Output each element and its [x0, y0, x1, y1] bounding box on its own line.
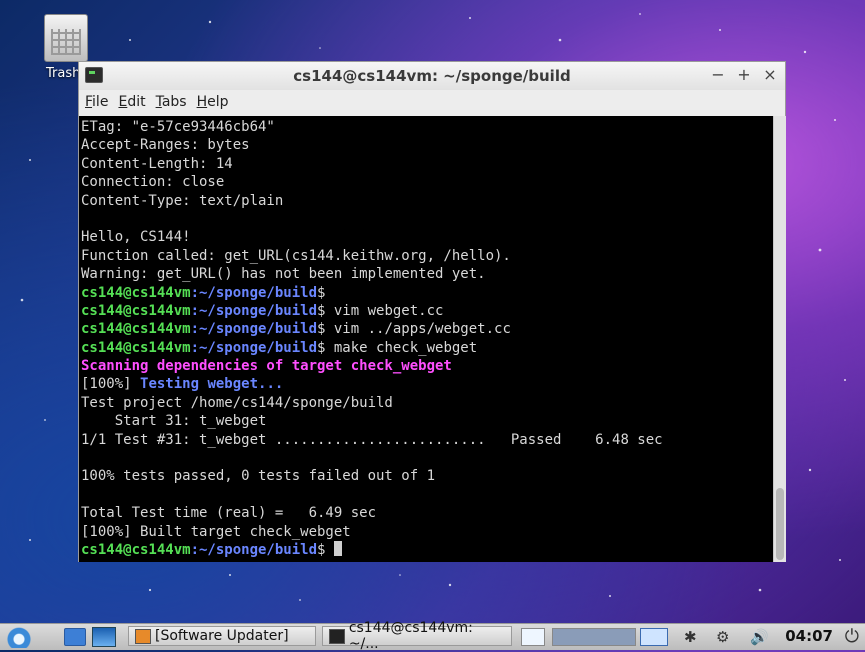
window-title: cs144@cs144vm: ~/sponge/build — [293, 67, 571, 85]
taskbar-item-terminal[interactable]: cs144@cs144vm: ~/... — [322, 620, 512, 652]
taskbar: [Software Updater] cs144@cs144vm: ~/... … — [0, 620, 865, 652]
terminal-line: 100% tests passed, 0 tests failed out of… — [81, 468, 436, 485]
prompt-user: cs144@cs144vm — [81, 321, 191, 338]
workspace-switcher-icon[interactable] — [521, 628, 545, 646]
terminal-window[interactable]: cs144@cs144vm: ~/sponge/build − + × File… — [78, 61, 786, 562]
terminal-scrollbar[interactable] — [773, 116, 786, 562]
software-updater-icon — [135, 628, 151, 644]
terminal-line: cs144@cs144vm:~/sponge/build$ — [81, 284, 663, 302]
terminal-line: [100%] Testing webget... — [81, 375, 663, 393]
terminal-line: 1/1 Test #31: t_webget .................… — [81, 431, 663, 448]
terminal-line: Total Test time (real) = 6.49 sec — [81, 505, 377, 522]
terminal-line: Hello, CS144! — [81, 229, 191, 246]
prompt-path: :~/sponge/build — [190, 284, 318, 301]
desktop-icon[interactable] — [92, 626, 116, 648]
menu-edit-mnemonic: E — [118, 94, 128, 110]
terminal-line: [100%] Built target check_webget — [81, 523, 351, 540]
prompt-command: $ — [317, 541, 334, 558]
terminal-line: Accept-Ranges: bytes — [81, 137, 250, 154]
menu-bar: File Edit Tabs Help — [79, 90, 785, 114]
close-button[interactable]: × — [763, 65, 777, 84]
prompt-path: :~/sponge/build — [190, 302, 318, 319]
network-icon[interactable]: ⚙ — [716, 626, 729, 648]
prompt-user: cs144@cs144vm — [81, 339, 191, 356]
menu-file-rest: ile — [92, 94, 109, 110]
clock[interactable]: 04:07 — [785, 627, 833, 645]
menu-tabs[interactable]: Tabs — [156, 94, 187, 110]
prompt-path: :~/sponge/build — [190, 321, 318, 338]
prompt-user: cs144@cs144vm — [81, 541, 191, 558]
terminal-line: Warning: get_URL() has not been implemen… — [81, 266, 486, 283]
terminal-line: cs144@cs144vm:~/sponge/build$ — [81, 540, 663, 559]
workspace-current[interactable] — [640, 628, 668, 646]
terminal-line: cs144@cs144vm:~/sponge/build$ vim webget… — [81, 302, 663, 320]
build-status-text: Scanning dependencies of target check_we… — [81, 358, 452, 375]
prompt-command: $ vim ../apps/webget.cc — [317, 321, 511, 338]
menu-file[interactable]: File — [85, 94, 108, 110]
taskbar-item-label: [Software Updater] — [155, 628, 289, 644]
prompt-command: $ make check_webget — [317, 339, 478, 356]
terminal-line: Connection: close — [81, 174, 225, 191]
progress-text: Testing webget... — [140, 376, 284, 393]
maximize-button[interactable]: + — [737, 65, 751, 84]
menu-edit[interactable]: Edit — [118, 94, 145, 110]
file-manager-icon[interactable] — [64, 626, 86, 648]
menu-tabs-rest: abs — [161, 94, 187, 110]
scrollbar-thumb[interactable] — [776, 488, 784, 560]
terminal-line: Start 31: t_webget — [81, 413, 267, 430]
terminal-line: Test project /home/cs144/sponge/build — [81, 394, 393, 411]
trash-label: Trash — [46, 66, 81, 81]
terminal-line: Content-Type: text/plain — [81, 192, 284, 209]
terminal-output[interactable]: ETag: "e-57ce93446cb64" Accept-Ranges: by… — [79, 116, 773, 562]
taskbar-item-software-updater[interactable]: [Software Updater] — [128, 626, 316, 646]
progress-prefix: [100%] — [81, 376, 141, 393]
terminal-lines: ETag: "e-57ce93446cb64" Accept-Ranges: by… — [81, 118, 663, 559]
terminal-cursor — [333, 540, 342, 556]
prompt-path: :~/sponge/build — [190, 339, 318, 356]
prompt-command: $ vim webget.cc — [317, 302, 444, 319]
prompt-command: $ — [317, 284, 326, 301]
terminal-line: cs144@cs144vm:~/sponge/build$ make check… — [81, 339, 663, 357]
prompt-user: cs144@cs144vm — [81, 284, 191, 301]
minimize-button[interactable]: − — [711, 65, 725, 84]
terminal-line: cs144@cs144vm:~/sponge/build$ vim ../app… — [81, 320, 663, 338]
menu-file-mnemonic: F — [85, 94, 93, 110]
window-titlebar[interactable]: cs144@cs144vm: ~/sponge/build − + × — [79, 62, 785, 90]
menu-help-rest: elp — [207, 94, 229, 110]
trash-icon — [44, 14, 88, 62]
volume-icon[interactable]: 🔊 — [750, 626, 769, 648]
taskbar-item-label: cs144@cs144vm: ~/... — [348, 620, 473, 652]
terminal-line: Content-Length: 14 — [81, 155, 233, 172]
prompt-user: cs144@cs144vm — [81, 302, 191, 319]
start-menu-icon[interactable] — [6, 626, 32, 648]
menu-help[interactable]: Help — [197, 94, 229, 110]
power-icon[interactable]: ⏻ — [845, 626, 859, 647]
menu-edit-rest: dit — [127, 94, 146, 110]
prompt-path: :~/sponge/build — [190, 541, 318, 558]
menu-help-mnemonic: H — [196, 94, 208, 110]
workspace-pager[interactable] — [552, 628, 636, 646]
terminal-line: Function called: get_URL(cs144.keithw.or… — [81, 247, 511, 264]
terminal-line: ETag: "e-57ce93446cb64" — [81, 119, 275, 135]
terminal-line: Scanning dependencies of target check_we… — [81, 357, 663, 375]
bluetooth-icon[interactable]: ✱ — [684, 626, 697, 648]
terminal-icon — [329, 628, 345, 644]
